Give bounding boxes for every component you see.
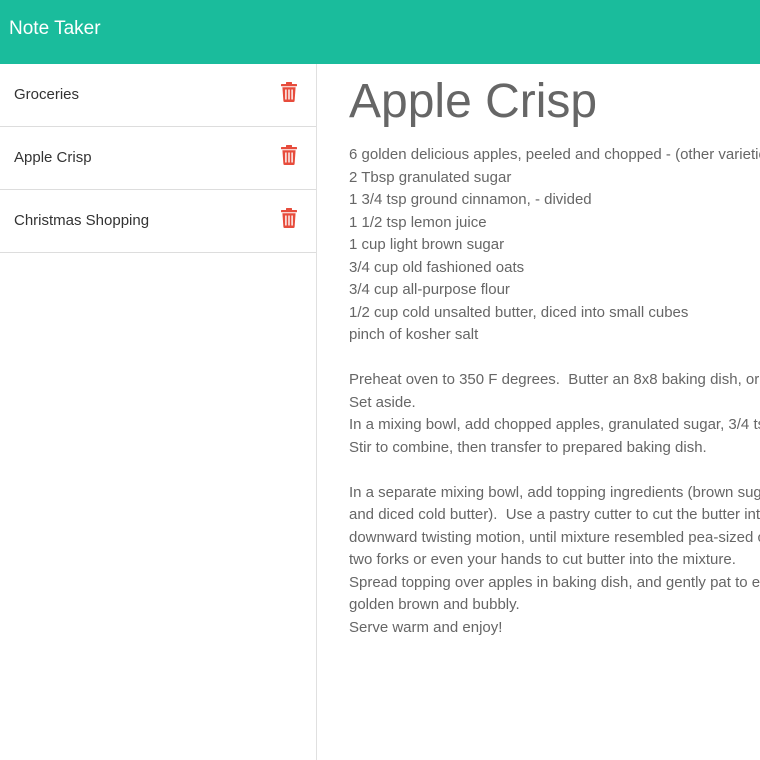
note-title[interactable]: Christmas Shopping — [14, 212, 149, 229]
app-brand[interactable]: Note Taker — [9, 18, 101, 40]
note-body-line: 1 cup light brown sugar — [349, 236, 505, 253]
note-editor: Apple Crisp 6 golden delicious apples, p… — [318, 64, 760, 760]
note-list: Groceries Apple Crisp Christmas Shopping — [0, 64, 316, 253]
trash-icon[interactable] — [280, 82, 298, 102]
note-body-line: Spread topping over apples in baking dis… — [349, 573, 760, 591]
note-list-item-apple-crisp[interactable]: Apple Crisp — [0, 127, 316, 190]
note-body-line: 6 golden delicious apples, peeled and ch… — [349, 146, 760, 163]
note-body-line: and diced cold butter). Use a pastry cut… — [349, 506, 760, 523]
note-body-line: 1/2 cup cold unsalted butter, diced into… — [349, 303, 689, 321]
navbar: Note Taker — [0, 0, 760, 64]
note-body-line: golden brown and bubbly. — [349, 596, 520, 613]
note-title[interactable]: Groceries — [14, 86, 79, 103]
note-body-line: 3/4 cup old fashioned oats — [349, 258, 525, 276]
notes-sidebar: Groceries Apple Crisp Christmas Shopping — [0, 64, 317, 760]
note-body-line: downward twisting motion, until mixture … — [349, 528, 760, 546]
note-list-item-groceries[interactable]: Groceries — [0, 64, 316, 127]
note-body-line: In a separate mixing bowl, add topping i… — [349, 483, 760, 501]
note-body-line: 1 1/2 tsp lemon juice — [349, 213, 487, 231]
note-body-line — [349, 459, 760, 482]
note-body-line: Stir to combine, then transfer to prepar… — [349, 438, 707, 456]
note-title-field[interactable]: Apple Crisp — [349, 74, 597, 129]
trash-icon[interactable] — [280, 208, 298, 228]
note-body-line: Set aside. — [349, 393, 416, 411]
note-body-line: 1 3/4 tsp ground cinnamon, - divided — [349, 191, 592, 208]
note-list-item-christmas-shopping[interactable]: Christmas Shopping — [0, 190, 316, 253]
note-body-line — [349, 347, 760, 370]
trash-icon[interactable] — [280, 145, 298, 165]
note-body-line: In a mixing bowl, add chopped apples, gr… — [349, 416, 760, 433]
note-body-line: 2 Tbsp granulated sugar — [349, 168, 512, 186]
note-text-area[interactable]: 6 golden delicious apples, peeled and ch… — [349, 144, 760, 639]
note-body-line: Preheat oven to 350 F degrees. Butter an… — [349, 371, 760, 388]
note-body-line: 3/4 cup all-purpose flour — [349, 281, 510, 298]
note-body-line: two forks or even your hands to cut butt… — [349, 551, 736, 568]
note-body-line: pinch of kosher salt — [349, 326, 479, 343]
note-title[interactable]: Apple Crisp — [14, 149, 92, 166]
note-body-line: Serve warm and enjoy! — [349, 618, 503, 636]
